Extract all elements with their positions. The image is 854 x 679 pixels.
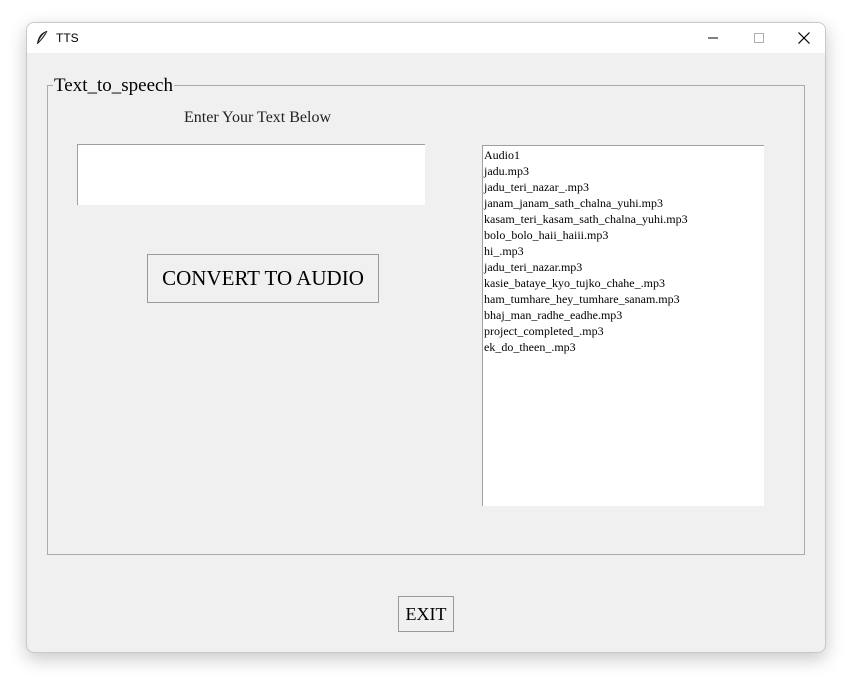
exit-button[interactable]: EXIT xyxy=(398,596,454,632)
list-item[interactable]: jadu_teri_nazar.mp3 xyxy=(483,259,764,275)
list-item[interactable]: kasam_teri_kasam_sath_chalna_yuhi.mp3 xyxy=(483,211,764,227)
list-item[interactable]: janam_janam_sath_chalna_yuhi.mp3 xyxy=(483,195,764,211)
list-item[interactable]: ham_tumhare_hey_tumhare_sanam.mp3 xyxy=(483,291,764,307)
close-icon xyxy=(798,32,810,44)
close-button[interactable] xyxy=(781,23,825,53)
list-item[interactable]: project_completed_.mp3 xyxy=(483,323,764,339)
list-item[interactable]: Audio1 xyxy=(483,147,764,163)
convert-to-audio-button[interactable]: CONVERT TO AUDIO xyxy=(147,254,379,303)
list-item[interactable]: jadu.mp3 xyxy=(483,163,764,179)
audio-file-list[interactable]: Audio1 jadu.mp3 jadu_teri_nazar_.mp3 janam_… xyxy=(482,145,764,506)
feather-icon xyxy=(37,30,48,44)
list-item[interactable]: kasie_bataye_kyo_tujko_chahe_.mp3 xyxy=(483,275,764,291)
minimize-icon xyxy=(708,37,718,39)
frame-legend: Text_to_speech xyxy=(53,75,174,97)
title-bar[interactable]: TTS xyxy=(27,23,825,53)
text-input[interactable] xyxy=(77,144,425,205)
maximize-button[interactable] xyxy=(736,23,782,53)
list-item[interactable]: ek_do_theen_.mp3 xyxy=(483,339,764,355)
minimize-button[interactable] xyxy=(690,23,736,53)
maximize-icon xyxy=(754,33,764,43)
app-window: TTS Text_to_speech Enter Your Text Below… xyxy=(26,22,826,653)
list-item[interactable]: bolo_bolo_haii_haiii.mp3 xyxy=(483,227,764,243)
list-item[interactable]: bhaj_man_radhe_eadhe.mp3 xyxy=(483,307,764,323)
list-item[interactable]: hi_.mp3 xyxy=(483,243,764,259)
text-prompt-label: Enter Your Text Below xyxy=(184,109,332,126)
list-item[interactable]: jadu_teri_nazar_.mp3 xyxy=(483,179,764,195)
window-title: TTS xyxy=(56,31,79,45)
